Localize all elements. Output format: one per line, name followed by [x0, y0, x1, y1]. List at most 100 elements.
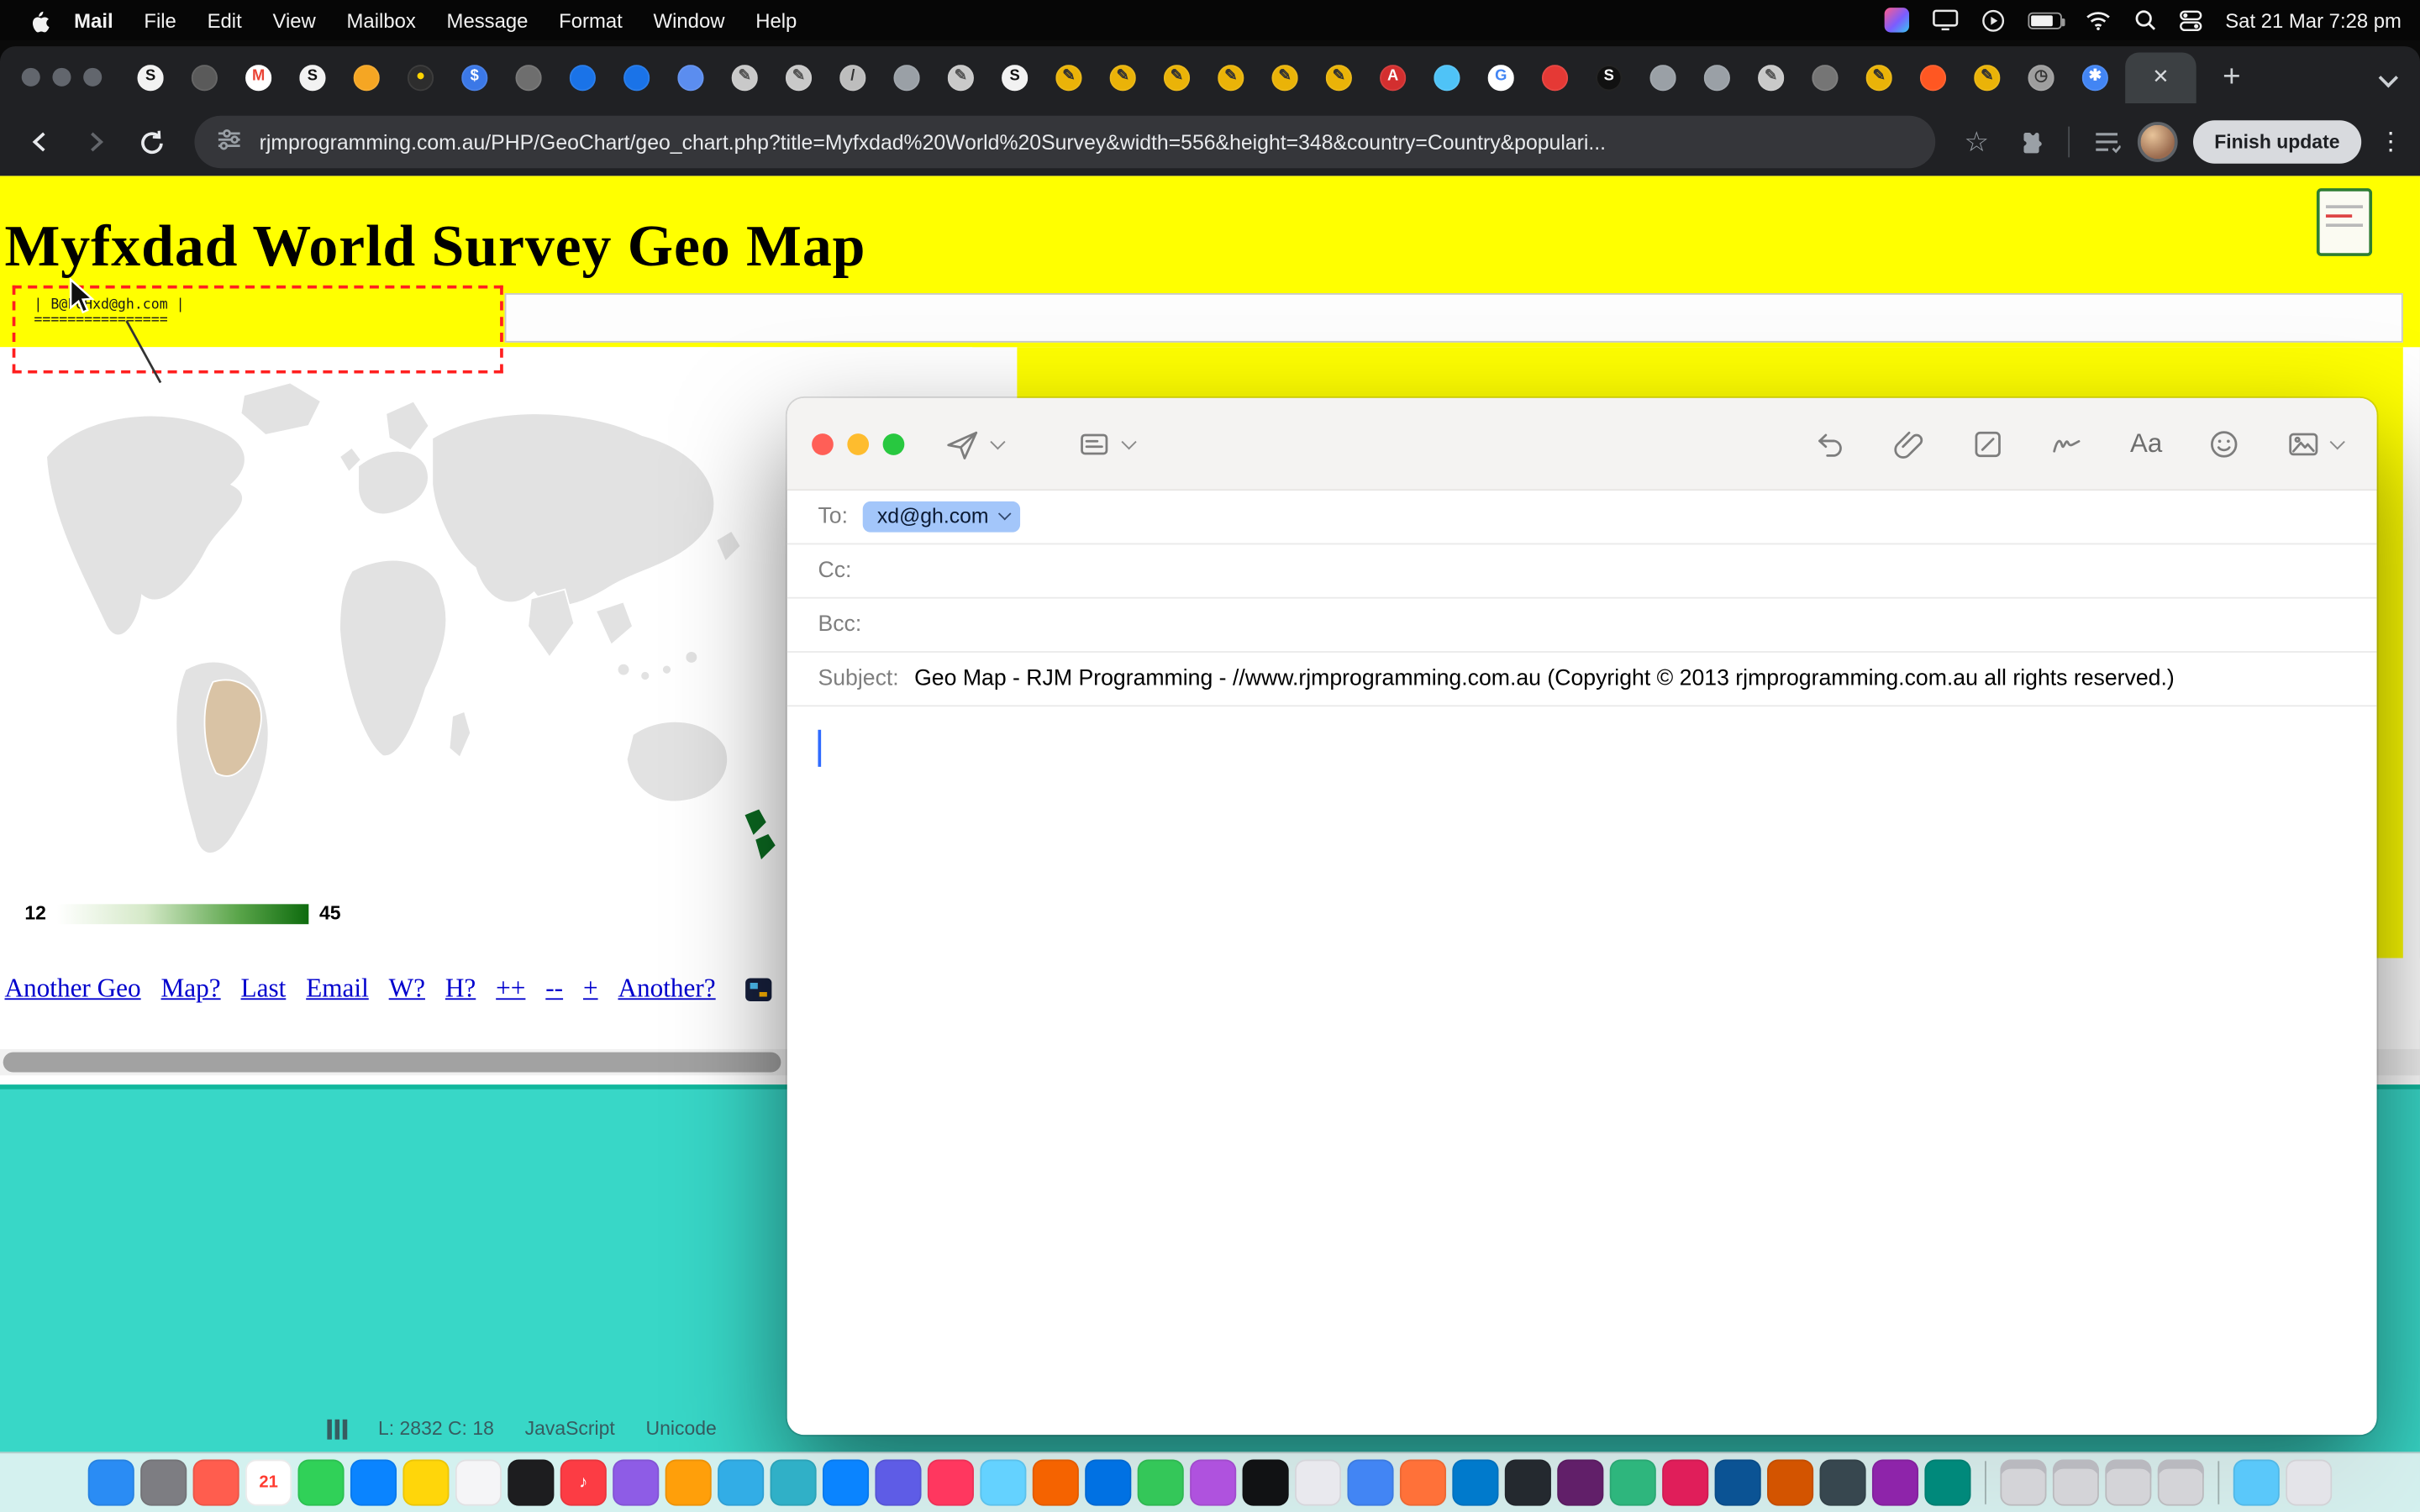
page-link[interactable]: Another?: [618, 974, 715, 1005]
page-link[interactable]: Map?: [161, 974, 221, 1005]
browser-tab[interactable]: S: [1582, 46, 1636, 108]
close-window-button[interactable]: [22, 68, 40, 87]
dock-app-icon[interactable]: [1243, 1460, 1289, 1506]
dock-app-icon[interactable]: [1452, 1460, 1498, 1506]
apple-menu-icon[interactable]: [18, 8, 59, 32]
photo-browser-button[interactable]: [2286, 428, 2343, 461]
dock-app-icon[interactable]: [2217, 1461, 2219, 1504]
browser-tab[interactable]: ●: [393, 46, 447, 108]
browser-tab[interactable]: [177, 46, 231, 108]
minimize-compose-button[interactable]: [847, 433, 869, 455]
zoom-window-button[interactable]: [83, 68, 102, 87]
horizontal-scrollbar-thumb[interactable]: [3, 1053, 781, 1073]
dock-app-icon[interactable]: [2105, 1460, 2151, 1506]
send-options-chevron-icon[interactable]: [990, 433, 1005, 449]
dock-app-icon[interactable]: [508, 1460, 554, 1506]
browser-tab[interactable]: ◷: [2014, 46, 2068, 108]
dock-app-icon[interactable]: [1347, 1460, 1393, 1506]
menu-item[interactable]: Format: [544, 8, 638, 32]
recipient-chevron-icon[interactable]: [997, 507, 1011, 521]
browser-tab[interactable]: [502, 46, 555, 108]
browser-tab[interactable]: ✎: [718, 46, 771, 108]
tab-close-icon[interactable]: ✕: [2152, 65, 2169, 89]
page-link[interactable]: ++: [496, 974, 525, 1005]
header-fields-button[interactable]: [1077, 398, 1134, 491]
dock-app-icon[interactable]: [1505, 1460, 1551, 1506]
dock-app-icon[interactable]: [718, 1460, 764, 1506]
page-link[interactable]: --: [545, 974, 563, 1005]
dock-app-icon[interactable]: [350, 1460, 397, 1506]
active-tab[interactable]: ✕: [2125, 52, 2196, 103]
browser-tab[interactable]: [610, 46, 664, 108]
dock-app-icon[interactable]: [2286, 1460, 2332, 1506]
dock-app-icon[interactable]: [1610, 1460, 1656, 1506]
dock-app-icon[interactable]: [666, 1460, 712, 1506]
browser-tab[interactable]: ✎: [1960, 46, 2014, 108]
app-menu-extra-icon[interactable]: [1884, 8, 1908, 32]
browser-tab[interactable]: ✎: [1852, 46, 1906, 108]
zoom-compose-button[interactable]: [883, 433, 905, 455]
send-plane-icon[interactable]: [944, 427, 980, 462]
dock-app-icon[interactable]: [771, 1460, 817, 1506]
dock-app-icon[interactable]: [455, 1460, 502, 1506]
browser-tab[interactable]: ✎: [1096, 46, 1150, 108]
dock-app-icon[interactable]: ♪: [560, 1460, 607, 1506]
fonts-button[interactable]: Aa: [2130, 429, 2162, 460]
dock-app-icon[interactable]: 21: [245, 1460, 292, 1506]
browser-tab[interactable]: $: [448, 46, 502, 108]
new-tab-button[interactable]: +: [2208, 54, 2254, 100]
dock-app-icon[interactable]: [88, 1460, 134, 1506]
browser-tab[interactable]: ✎: [1204, 46, 1258, 108]
bcc-field[interactable]: Bcc:: [787, 599, 2377, 653]
url-text[interactable]: rjmprogramming.com.au/PHP/GeoChart/geo_c…: [260, 130, 1607, 154]
browser-tab[interactable]: /: [826, 46, 880, 108]
email-gadget-icon[interactable]: [745, 978, 771, 1001]
menu-item[interactable]: Window: [638, 8, 740, 32]
browser-tab[interactable]: [1528, 46, 1581, 108]
page-link[interactable]: +: [583, 974, 598, 1005]
menu-item[interactable]: View: [257, 8, 331, 32]
dock-app-icon[interactable]: [1715, 1460, 1761, 1506]
dock-app-icon[interactable]: [2233, 1460, 2280, 1506]
reload-button[interactable]: [127, 118, 176, 167]
dock-app-icon[interactable]: [1033, 1460, 1079, 1506]
dock-app-icon[interactable]: [1138, 1460, 1184, 1506]
signature-icon[interactable]: [2050, 428, 2086, 461]
attachment-paperclip-icon[interactable]: [1892, 428, 1926, 461]
browser-tab[interactable]: [1690, 46, 1744, 108]
dock-app-icon[interactable]: [1085, 1460, 1131, 1506]
browser-tab[interactable]: ✎: [1258, 46, 1312, 108]
dock-app-icon[interactable]: [193, 1460, 239, 1506]
control-center-icon[interactable]: [2179, 8, 2202, 32]
browser-tab[interactable]: ✎: [1744, 46, 1798, 108]
profile-avatar[interactable]: [2137, 122, 2177, 162]
battery-icon[interactable]: [2028, 12, 2061, 29]
browser-tab[interactable]: [664, 46, 718, 108]
menu-item[interactable]: Message: [431, 8, 544, 32]
undo-icon[interactable]: [1814, 428, 1848, 461]
dock-app-icon[interactable]: [1662, 1460, 1708, 1506]
browser-tab[interactable]: S: [286, 46, 339, 108]
browser-tab[interactable]: S: [988, 46, 1042, 108]
browser-tab[interactable]: ✱: [2068, 46, 2122, 108]
browser-tab[interactable]: A: [1366, 46, 1420, 108]
markup-icon[interactable]: [1971, 428, 2005, 461]
send-button[interactable]: [944, 398, 1003, 491]
subject-field[interactable]: Subject: Geo Map - RJM Programming - //w…: [787, 653, 2377, 706]
page-link[interactable]: Last: [241, 974, 287, 1005]
browser-tab[interactable]: ✎: [1150, 46, 1203, 108]
browser-tab[interactable]: [1798, 46, 1852, 108]
message-body[interactable]: [787, 706, 2377, 1033]
dock-app-icon[interactable]: [1872, 1460, 1918, 1506]
to-field[interactable]: To: xd@gh.com: [787, 491, 2377, 544]
browser-tab[interactable]: [1420, 46, 1474, 108]
tab-search-chevron-icon[interactable]: [2379, 68, 2398, 87]
dock-app-icon[interactable]: [1820, 1460, 1866, 1506]
header-input-strip[interactable]: [505, 293, 2403, 343]
dock-app-icon[interactable]: [1295, 1460, 1341, 1506]
back-button[interactable]: [15, 118, 65, 167]
dock-app-icon[interactable]: [823, 1460, 869, 1506]
browser-menu-icon[interactable]: ⋮: [2377, 127, 2405, 158]
dock-app-icon[interactable]: [402, 1460, 449, 1506]
forward-button[interactable]: [71, 118, 120, 167]
